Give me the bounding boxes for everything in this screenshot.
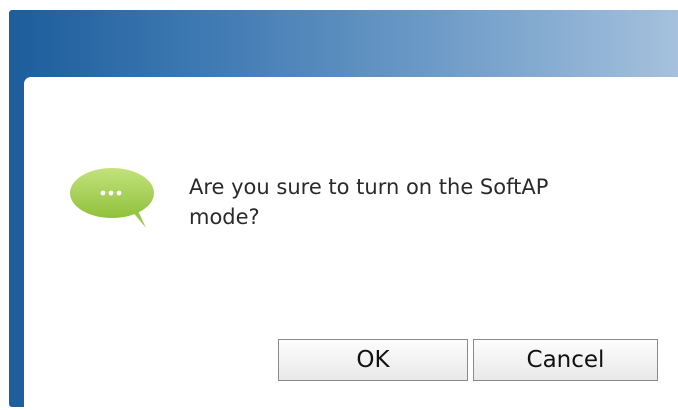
cancel-button[interactable]: Cancel xyxy=(473,339,658,381)
dialog-message: Are you sure to turn on the SoftAP mode? xyxy=(189,175,549,229)
speech-bubble-icon xyxy=(70,168,154,228)
ok-button[interactable]: OK xyxy=(278,339,468,381)
